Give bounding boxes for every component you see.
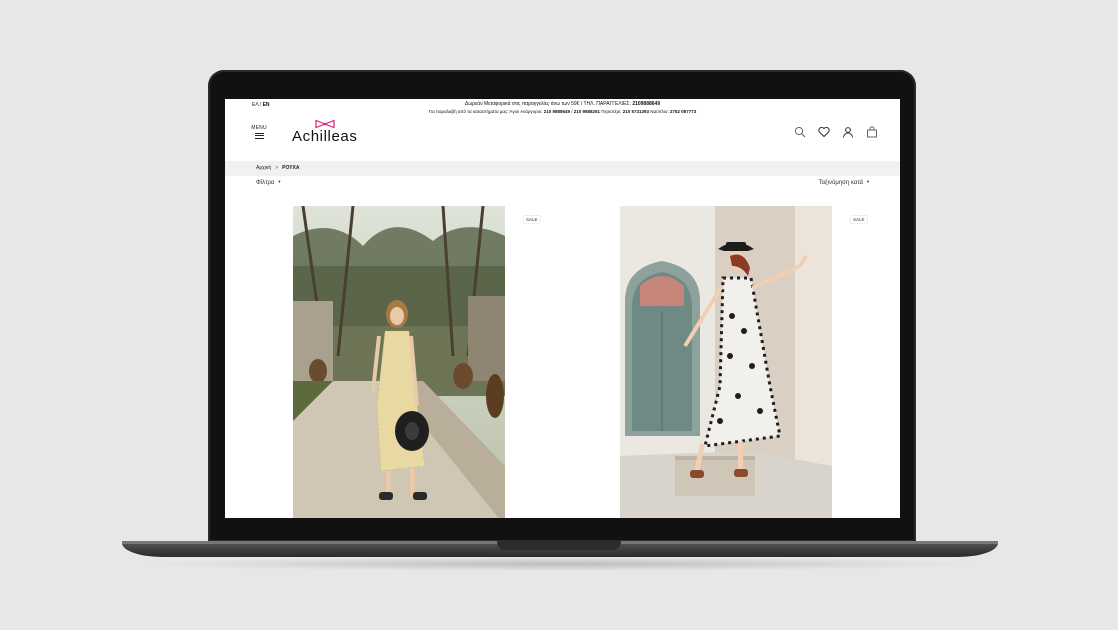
shipping-notice: Δωρεάν Μεταφορικά στις παραγγελίες άνω τ… <box>225 101 900 107</box>
product-card-image[interactable] <box>293 206 505 518</box>
hamburger-icon <box>254 132 264 139</box>
pickup-text-peristeri: Περιστέρι: <box>600 109 623 114</box>
listing-toolbar: Φίλτρα ▼ Ταξινόμηση κατά ▼ <box>225 176 900 192</box>
order-phone[interactable]: 2109888649 <box>632 101 660 107</box>
top-info-bar: ΕΛ / EN Δωρεάν Μεταφορικά στις παραγγελί… <box>225 99 900 119</box>
caret-down-icon: ▼ <box>866 179 870 184</box>
filters-label: Φίλτρα <box>256 180 275 186</box>
store-pickup-notice: Για παραλαβή από τα καταστήματα μας: Άγι… <box>225 109 900 114</box>
laptop-screen: ΕΛ / EN Δωρεάν Μεταφορικά στις παραγγελί… <box>225 99 900 518</box>
caret-down-icon: ▼ <box>277 179 282 184</box>
product-card-image[interactable] <box>620 206 832 518</box>
breadcrumb-current: ΡΟΥΧΑ <box>282 165 300 171</box>
menu-label: MENU <box>251 125 267 131</box>
breadcrumb: Αρχική > ΡΟΥΧΑ <box>225 161 900 176</box>
store-phone-2[interactable]: 210 9888261 <box>574 109 600 114</box>
search-icon[interactable] <box>794 126 806 138</box>
product-photo-patterned-dress <box>620 206 832 518</box>
store-phone-3[interactable]: 210 5731393 <box>623 109 649 114</box>
shipping-notice-text: Δωρεάν Μεταφορικά στις παραγγελίες άνω τ… <box>464 101 633 107</box>
store-phone-4[interactable]: 2752 087773 <box>670 109 696 114</box>
breadcrumb-separator: > <box>275 165 279 171</box>
site-header: MENU Achilleas <box>225 119 900 161</box>
breadcrumb-home[interactable]: Αρχική <box>256 165 271 171</box>
header-icons <box>794 126 878 138</box>
heart-icon[interactable] <box>818 126 830 138</box>
pickup-text-nafplio: Ναύπλιο: <box>649 109 670 114</box>
logo-text: Achilleas <box>292 128 358 145</box>
site-logo[interactable]: Achilleas <box>292 120 357 145</box>
store-phone-1[interactable]: 210 9888649 <box>544 109 570 114</box>
sale-badge: SALE <box>523 215 541 224</box>
pickup-text: Για παραλαβή από τα καταστήματα μας: Άγι… <box>428 109 544 114</box>
user-icon[interactable] <box>842 126 854 138</box>
menu-button[interactable]: MENU <box>251 125 267 140</box>
bag-icon[interactable] <box>866 126 878 138</box>
laptop-notch <box>497 541 621 550</box>
sale-badge: SALE <box>850 215 868 224</box>
laptop-shadow <box>140 557 980 571</box>
bow-icon <box>315 120 335 128</box>
sort-label: Ταξινόμηση κατά <box>818 180 864 186</box>
filters-dropdown[interactable]: Φίλτρα ▼ <box>256 179 281 186</box>
sort-dropdown[interactable]: Ταξινόμηση κατά ▼ <box>819 179 870 186</box>
product-photo-yellow-dress <box>293 206 505 518</box>
